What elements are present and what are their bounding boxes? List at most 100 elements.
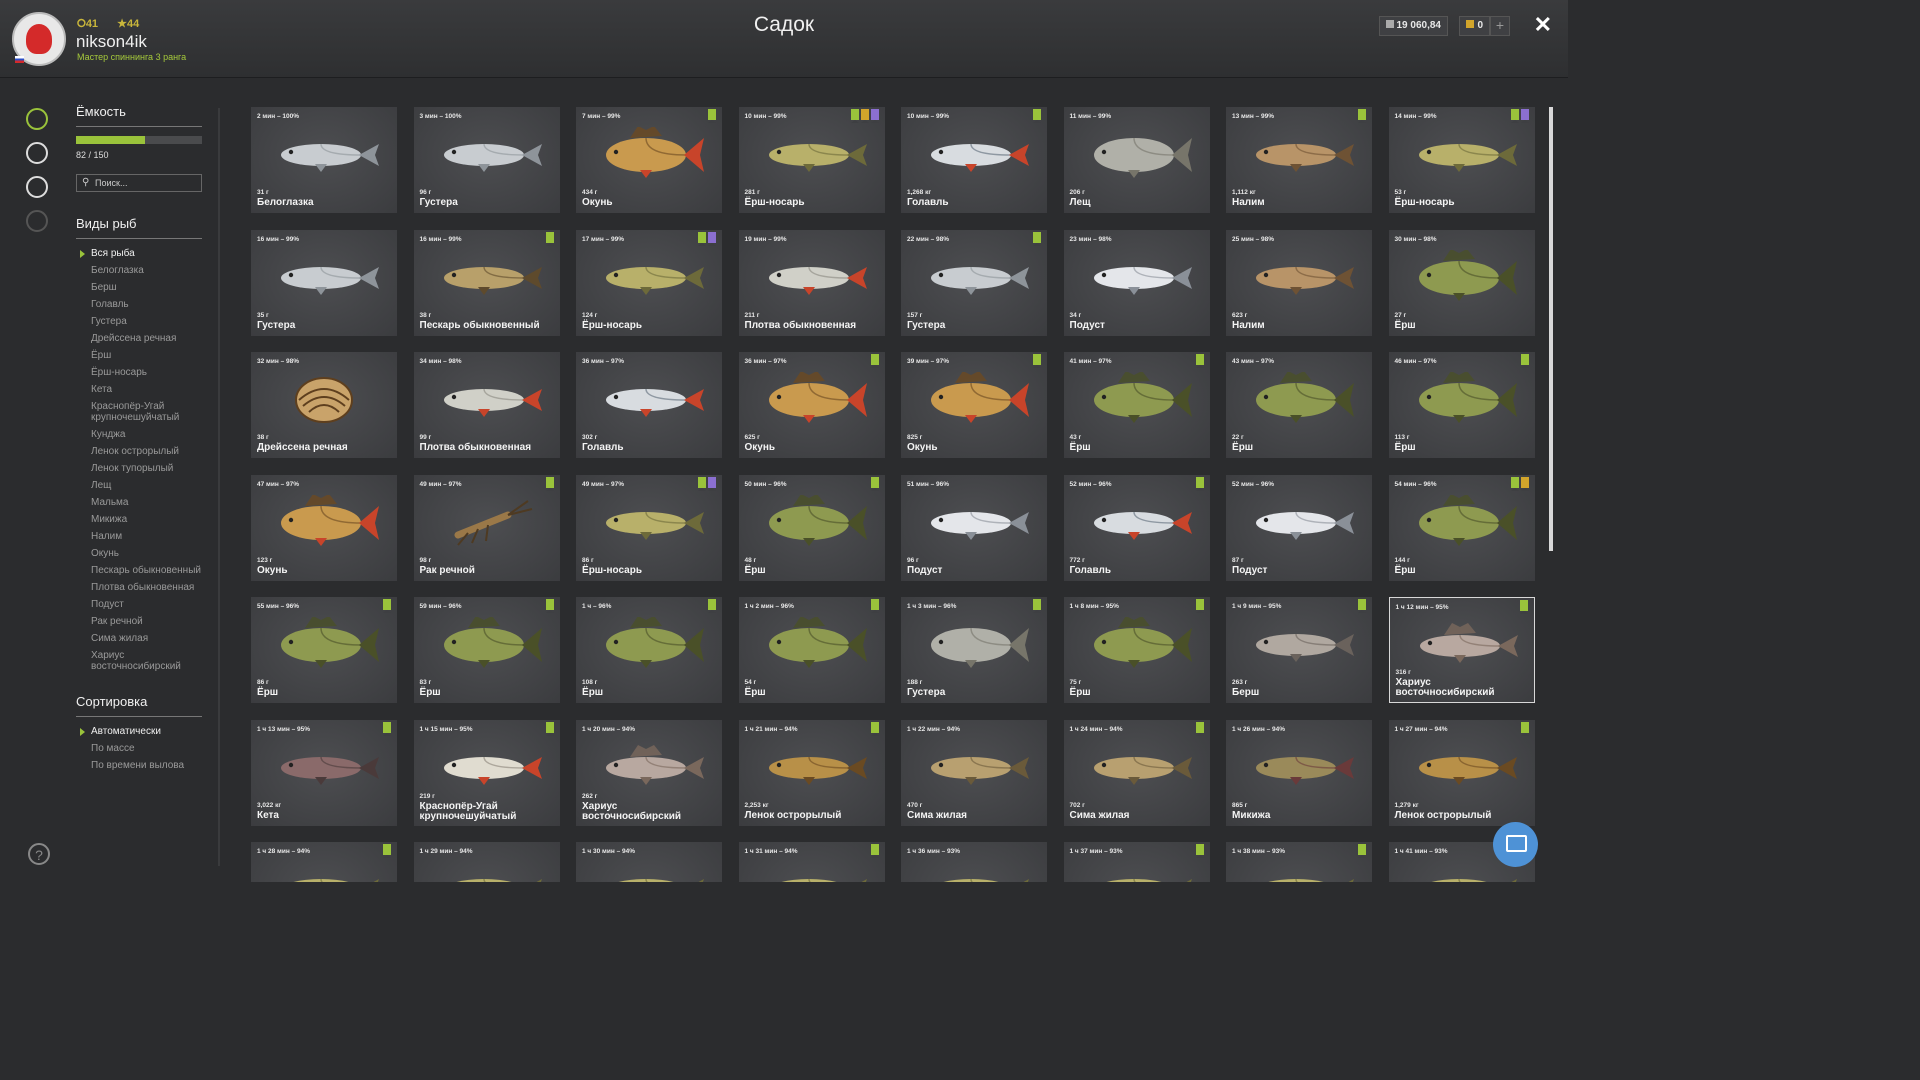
fish-card[interactable]: 1 ч 29 мин – 94%: [413, 842, 560, 882]
fish-card[interactable]: 17 мин – 99% 124 г Ёрш-носарь: [576, 229, 722, 336]
help-button[interactable]: ?: [28, 843, 50, 865]
species-item[interactable]: Лещ: [76, 480, 202, 491]
sort-item[interactable]: По времени вылова: [76, 760, 202, 771]
fish-card[interactable]: 36 мин – 97% 302 г Голавль: [576, 352, 722, 458]
green-bookmark-icon: [708, 109, 716, 123]
home-icon[interactable]: [26, 210, 48, 232]
species-item[interactable]: Ленок тупорылый: [76, 463, 202, 474]
species-item[interactable]: Плотва обыкновенная: [76, 582, 202, 593]
fish-card[interactable]: 19 мин – 99% 211 г Плотва обыкновенная: [738, 229, 885, 336]
fish-card[interactable]: 1 ч 31 мин – 94%: [738, 842, 885, 882]
camp-icon[interactable]: [26, 176, 48, 198]
fish-card[interactable]: 1 ч 30 мин – 94%: [576, 842, 722, 882]
search-input[interactable]: Поиск...: [76, 174, 202, 192]
fish-card[interactable]: 49 мин – 97% 86 г Ёрш-носарь: [576, 474, 722, 581]
species-item[interactable]: Пескарь обыкновенный: [76, 565, 202, 576]
fish-card[interactable]: 1 ч 20 мин – 94% 262 г Хариус восточносиби…: [576, 719, 722, 826]
fish-card[interactable]: 13 мин – 99% 1,112 кг Налим: [1226, 107, 1372, 213]
fish-card[interactable]: 1 ч 28 мин – 94%: [251, 842, 397, 882]
fish-card[interactable]: 23 мин – 98% 34 г Подуст: [1063, 229, 1210, 336]
fish-card[interactable]: 46 мин – 97% 113 г Ёрш: [1388, 352, 1535, 458]
fish-card[interactable]: 59 мин – 96% 83 г Ёрш: [413, 597, 560, 703]
species-item[interactable]: Краснопёр-Угай крупночешуйчатый: [76, 401, 202, 423]
fish-card[interactable]: 54 мин – 96% 144 г Ёрш: [1388, 474, 1535, 581]
catch-time: 1 ч 27 мин – 94%: [1394, 725, 1448, 733]
catch-time: 25 мин – 98%: [1232, 235, 1275, 243]
fish-card[interactable]: 43 мин – 97% 22 г Ёрш: [1226, 352, 1372, 458]
fish-card[interactable]: 41 мин – 97% 43 г Ёрш: [1063, 352, 1210, 458]
chat-button[interactable]: [1493, 822, 1538, 867]
species-item[interactable]: Белоглазка: [76, 265, 202, 276]
fish-weight: 96 г: [907, 556, 919, 564]
fish-card[interactable]: 1 ч 38 мин – 93%: [1226, 842, 1372, 882]
grid-scrollbar[interactable]: [1549, 107, 1553, 551]
species-item[interactable]: Кунджа: [76, 429, 202, 440]
species-item[interactable]: Подуст: [76, 599, 202, 610]
fish-card[interactable]: 22 мин – 98% 157 г Густера: [901, 229, 1047, 336]
species-item[interactable]: Рак речной: [76, 616, 202, 627]
fish-card[interactable]: 51 мин – 96% 96 г Подуст: [901, 474, 1047, 581]
fish-card[interactable]: 1 ч 36 мин – 93%: [901, 842, 1047, 882]
sort-item[interactable]: Автоматически: [76, 726, 202, 737]
fish-card[interactable]: 50 мин – 96% 48 г Ёрш: [738, 474, 885, 581]
fish-card[interactable]: 1 ч 21 мин – 94% 2,253 кг Ленок острорылый: [738, 719, 885, 826]
fish-card[interactable]: 30 мин – 98% 27 г Ёрш: [1388, 229, 1535, 336]
fish-card[interactable]: 1 ч 24 мин – 94% 702 г Сима жилая: [1063, 719, 1210, 826]
fish-card[interactable]: 16 мин – 99% 38 г Пескарь обыкновенный: [413, 229, 560, 336]
fish-card[interactable]: 52 мин – 96% 87 г Подуст: [1226, 474, 1372, 581]
fish-card[interactable]: 1 ч 37 мин – 93%: [1063, 842, 1210, 882]
species-item[interactable]: Ленок острорылый: [76, 446, 202, 457]
close-button[interactable]: ✕: [1534, 12, 1552, 38]
fish-card[interactable]: 1 ч 22 мин – 94% 470 г Сима жилая: [901, 719, 1047, 826]
green-bookmark-icon: [1195, 354, 1204, 368]
species-item[interactable]: Кета: [76, 384, 202, 395]
fish-card[interactable]: 49 мин – 97% 98 г Рак речной: [413, 474, 560, 581]
fish-card[interactable]: 1 ч 15 мин – 95% 219 г Краснопёр-Угай круп…: [413, 719, 560, 826]
fish-card[interactable]: 32 мин – 98% 38 г Дрейссена речная: [251, 352, 397, 458]
fish-card[interactable]: 1 ч 27 мин – 94% 1,279 кг Ленок острорылый: [1388, 719, 1535, 826]
fish-card[interactable]: 10 мин – 99% 1,268 кг Голавль: [901, 107, 1047, 213]
fish-card[interactable]: 2 мин – 100% 31 г Белоглазка: [251, 107, 397, 213]
fish-card[interactable]: 1 ч 9 мин – 95% 263 г Берш: [1226, 597, 1372, 703]
fish-card[interactable]: 52 мин – 96% 772 г Голавль: [1063, 474, 1210, 581]
fish-name: Налим: [1232, 197, 1265, 208]
fish-card[interactable]: 1 ч 13 мин – 95% 3,022 кг Кета: [251, 719, 397, 826]
fish-icon[interactable]: [26, 108, 48, 130]
species-item[interactable]: Вся рыба: [76, 248, 202, 259]
fish-card[interactable]: 39 мин – 97% 825 г Окунь: [901, 352, 1047, 458]
fish-card[interactable]: 3 мин – 100% 96 г Густера: [413, 107, 560, 213]
fish-card[interactable]: 14 мин – 99% 53 г Ёрш-носарь: [1388, 107, 1535, 213]
fish-card[interactable]: 1 ч 2 мин – 96% 54 г Ёрш: [738, 597, 885, 703]
keepnet-icon[interactable]: [26, 142, 48, 164]
fish-card[interactable]: 1 ч 12 мин – 95% 316 г Хариус восточносиби…: [1388, 597, 1535, 703]
fish-card[interactable]: 16 мин – 99% 35 г Густера: [251, 229, 397, 336]
species-item[interactable]: Сима жилая: [76, 633, 202, 644]
species-item[interactable]: Густера: [76, 316, 202, 327]
fish-card[interactable]: 55 мин – 96% 86 г Ёрш: [251, 597, 397, 703]
fish-card[interactable]: 47 мин – 97% 123 г Окунь: [251, 474, 397, 581]
species-item[interactable]: Ёрш: [76, 350, 202, 361]
sort-item[interactable]: По массе: [76, 743, 202, 754]
species-item[interactable]: Берш: [76, 282, 202, 293]
fish-card[interactable]: 11 мин – 99% 206 г Лещ: [1063, 107, 1210, 213]
fish-card[interactable]: 1 ч – 96% 108 г Ёрш: [576, 597, 722, 703]
fish-card[interactable]: 34 мин – 98% 99 г Плотва обыкновенная: [413, 352, 560, 458]
fish-card[interactable]: 1 ч 26 мин – 94% 865 г Микижа: [1226, 719, 1372, 826]
catch-time: 17 мин – 99%: [582, 235, 625, 243]
fish-card[interactable]: 36 мин – 97% 625 г Окунь: [738, 352, 885, 458]
species-item[interactable]: Окунь: [76, 548, 202, 559]
species-item[interactable]: Хариус восточносибирский: [76, 650, 202, 672]
species-item[interactable]: Ёрш-носарь: [76, 367, 202, 378]
fish-card[interactable]: 1 ч 3 мин – 96% 188 г Густера: [901, 597, 1047, 703]
fish-card[interactable]: 7 мин – 99% 434 г Окунь: [576, 107, 722, 213]
species-item[interactable]: Голавль: [76, 299, 202, 310]
species-item[interactable]: Налим: [76, 531, 202, 542]
fish-card[interactable]: 25 мин – 98% 623 г Налим: [1226, 229, 1372, 336]
fish-card[interactable]: 10 мин – 99% 281 г Ёрш-носарь: [738, 107, 885, 213]
species-item[interactable]: Мальма: [76, 497, 202, 508]
catch-time: 16 мин – 99%: [419, 235, 462, 243]
species-item[interactable]: Дрейссена речная: [76, 333, 202, 344]
add-currency-button[interactable]: +: [1490, 16, 1510, 36]
species-item[interactable]: Микижа: [76, 514, 202, 525]
fish-card[interactable]: 1 ч 8 мин – 95% 75 г Ёрш: [1063, 597, 1210, 703]
